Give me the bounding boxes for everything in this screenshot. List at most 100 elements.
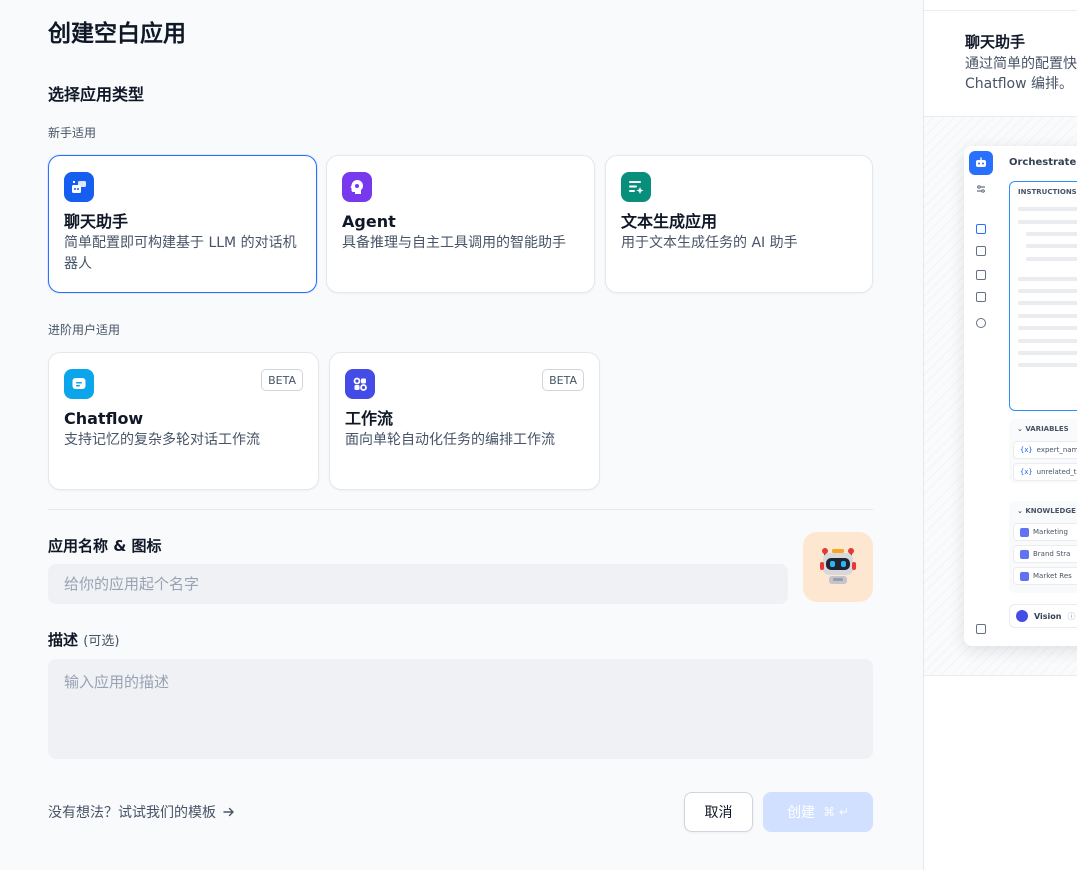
card-desc: 用于文本生成任务的 AI 助手 (621, 235, 798, 251)
mock-instructions-box: INSTRUCTIONS (1009, 181, 1077, 411)
mock-vision-row: Vision ⓘ (1009, 604, 1077, 628)
mock-variables-label: ⌄ VARIABLES (1017, 425, 1069, 433)
beta-badge: BETA (542, 369, 584, 391)
preview-desc-line: 通过简单的配置快 (965, 56, 1077, 72)
settings-icon (976, 179, 986, 193)
placeholder-line (1018, 351, 1077, 355)
agent-icon (342, 172, 372, 202)
mock-variable-row: {x} unrelated_t (1013, 463, 1077, 481)
preview-title: 聊天助手 (965, 33, 1026, 51)
dataset-icon (1020, 549, 1029, 559)
preview-top-divider (924, 10, 1077, 11)
placeholder-line (1026, 257, 1077, 261)
variable-name: unrelated_t (1036, 468, 1077, 476)
dataset-icon (1020, 527, 1029, 537)
placeholder-line (1018, 289, 1077, 293)
chatflow-icon (64, 369, 94, 399)
card-text-generation[interactable]: 文本生成应用 用于文本生成任务的 AI 助手 (605, 155, 873, 293)
create-shortcut: ⌘ ↵ (823, 805, 849, 819)
bot-logo-icon (969, 151, 993, 175)
variable-name: expert_name (1036, 446, 1077, 454)
dataset-icon (1020, 571, 1029, 581)
page-title: 创建空白应用 (48, 21, 186, 47)
preview-desc-line: Chatflow 编排。 (965, 76, 1074, 92)
mock-variable-row: {x}expert_name (1013, 441, 1077, 459)
beginner-group-label: 新手适用 (48, 126, 97, 140)
placeholder-line (1018, 326, 1077, 330)
placeholder-line (1018, 277, 1077, 281)
variable-icon: {x} (1020, 446, 1033, 454)
gauge-icon (976, 318, 986, 328)
robot-emoji-icon (820, 548, 856, 584)
description-label: 描述 (可选) (48, 629, 119, 650)
app-type-label: 选择应用类型 (48, 85, 145, 104)
mock-knowledge-row: Market Res (1013, 567, 1077, 585)
preview-description: 通过简单的配置快 Chatflow 编排。 (965, 54, 1077, 94)
orchestrate-icon (976, 224, 986, 234)
template-link-text: 没有想法？试试我们的模板 (48, 805, 216, 821)
knowledge-label-text: KNOWLEDGE (1025, 507, 1076, 515)
mock-variables-box: ⌄ VARIABLES {x}expert_name {x}unrelated_… (1009, 419, 1077, 483)
knowledge-name: Market Res (1033, 572, 1072, 580)
create-button[interactable]: 创建 ⌘ ↵ (763, 792, 873, 832)
mock-knowledge-row: Marketing (1013, 523, 1077, 541)
preview-mock-window: Orchestrate INSTRUCTIONS ⌄ VARIABLES {x}… (964, 146, 1077, 646)
mock-knowledge-row: Brand Stra (1013, 545, 1077, 563)
placeholder-line (1018, 220, 1077, 224)
document-icon (976, 270, 986, 280)
advanced-group-label: 进阶用户适用 (48, 323, 121, 337)
preview-panel: 聊天助手 通过简单的配置快 Chatflow 编排。 Orchestrate I… (923, 0, 1077, 870)
section-divider (48, 509, 873, 510)
placeholder-line (1018, 314, 1077, 318)
app-name-label: 应用名称 & 图标 (48, 537, 162, 555)
arrow-right-icon (223, 807, 234, 817)
mock-knowledge-box: ⌄ KNOWLEDGE Marketing Brand Stra Market … (1009, 501, 1077, 593)
placeholder-line (1018, 301, 1077, 305)
variable-icon: {x} (1020, 468, 1033, 476)
card-chat-assistant[interactable]: 聊天助手 简单配置即可构建基于 LLM 的对话机器人 (48, 155, 317, 293)
edit-icon (976, 292, 986, 302)
placeholder-line (1018, 363, 1077, 367)
terminal-icon (976, 246, 986, 256)
vision-label: Vision (1034, 611, 1062, 621)
card-desc: 支持记忆的复杂多轮对话工作流 (64, 432, 260, 448)
mock-header: Orchestrate (1009, 157, 1077, 168)
variables-label-text: VARIABLES (1025, 425, 1069, 433)
template-link[interactable]: 没有想法？试试我们的模板 (48, 802, 236, 822)
cancel-button[interactable]: 取消 (684, 792, 753, 832)
description-input[interactable] (48, 659, 873, 759)
card-desc: 面向单轮自动化任务的编排工作流 (345, 432, 555, 448)
beta-badge: BETA (261, 369, 303, 391)
card-title: Chatflow (64, 409, 144, 428)
info-icon: ⓘ (1067, 611, 1076, 621)
mock-instructions-label: INSTRUCTIONS (1018, 188, 1077, 196)
app-name-input[interactable] (48, 564, 788, 604)
panel-toggle-icon (976, 624, 986, 634)
description-label-text: 描述 (48, 631, 79, 649)
card-title: Agent (342, 212, 396, 231)
mock-knowledge-label: ⌄ KNOWLEDGE (1017, 507, 1076, 515)
workflow-icon (345, 369, 375, 399)
placeholder-line (1026, 244, 1077, 248)
card-desc: 具备推理与自主工具调用的智能助手 (342, 235, 566, 251)
chat-bot-icon (64, 172, 94, 202)
placeholder-line (1026, 232, 1077, 236)
vision-icon (1016, 610, 1028, 622)
knowledge-name: Brand Stra (1033, 550, 1071, 558)
card-title: 聊天助手 (64, 212, 129, 231)
placeholder-line (1018, 339, 1077, 343)
placeholder-line (1018, 207, 1077, 211)
card-title: 工作流 (345, 409, 394, 428)
card-chatflow[interactable]: BETA Chatflow 支持记忆的复杂多轮对话工作流 (48, 352, 319, 490)
text-generation-icon (621, 172, 651, 202)
card-desc: 简单配置即可构建基于 LLM 的对话机器人 (64, 235, 297, 272)
preview-image-area: Orchestrate INSTRUCTIONS ⌄ VARIABLES {x}… (924, 116, 1077, 676)
create-button-label: 创建 (787, 805, 816, 821)
optional-hint: (可选) (83, 634, 120, 649)
knowledge-name: Marketing (1033, 528, 1068, 536)
create-app-panel: 创建空白应用 选择应用类型 新手适用 聊天助手 简单配置即可构建基于 LLM 的… (0, 0, 923, 870)
card-agent[interactable]: Agent 具备推理与自主工具调用的智能助手 (326, 155, 595, 293)
card-workflow[interactable]: BETA 工作流 面向单轮自动化任务的编排工作流 (329, 352, 600, 490)
card-title: 文本生成应用 (621, 212, 718, 231)
app-icon-picker[interactable] (803, 532, 873, 602)
